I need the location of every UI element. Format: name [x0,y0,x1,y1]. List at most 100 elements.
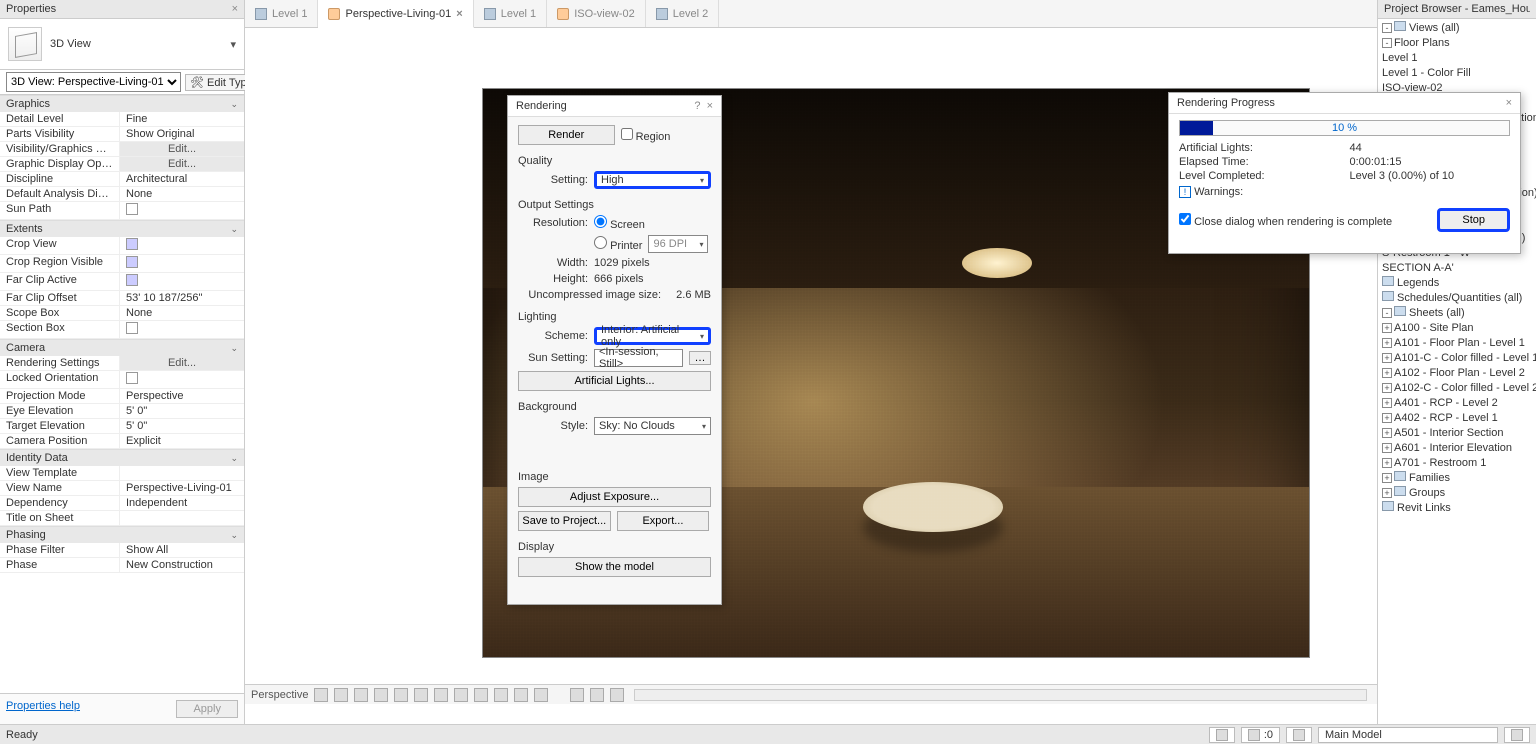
property-row[interactable]: Projection ModePerspective [0,389,244,404]
vcb-icon[interactable] [454,688,468,702]
vcb-icon[interactable] [474,688,488,702]
tree-node[interactable]: +A601 - Interior Elevation [1380,441,1534,456]
artificial-lights-button[interactable]: Artificial Lights... [518,371,711,391]
quality-setting-select[interactable]: High▾ [594,171,711,189]
vcb-icon[interactable] [394,688,408,702]
tree-twisty[interactable]: + [1382,323,1392,333]
close-icon[interactable]: × [456,8,462,20]
status-widget[interactable] [1209,727,1235,743]
workset-select[interactable]: Main Model [1318,727,1498,743]
property-row[interactable]: Eye Elevation5' 0" [0,404,244,419]
property-row[interactable]: Scope BoxNone [0,306,244,321]
tree-node[interactable]: +A100 - Site Plan [1380,321,1534,336]
close-icon[interactable]: × [707,100,713,112]
vcb-scale[interactable]: Perspective [251,689,308,701]
status-widget[interactable] [1286,727,1312,743]
close-icon[interactable]: × [232,3,238,15]
tree-node[interactable]: SECTION A-A' [1380,261,1534,276]
property-row[interactable]: DisciplineArchitectural [0,172,244,187]
property-row[interactable]: Title on Sheet [0,511,244,526]
property-row[interactable]: Phase FilterShow All [0,543,244,558]
vcb-icon[interactable] [590,688,604,702]
tree-twisty[interactable]: + [1382,473,1392,483]
tree-node[interactable]: +A102-C - Color filled - Level 2 [1380,381,1534,396]
tree-node[interactable]: +A102 - Floor Plan - Level 2 [1380,366,1534,381]
tree-node[interactable]: Revit Links [1380,501,1534,516]
property-row[interactable]: Crop Region Visible [0,255,244,273]
region-checkbox[interactable]: Region [621,128,671,143]
property-row[interactable]: Crop View [0,237,244,255]
tree-node[interactable]: Schedules/Quantities (all) [1380,291,1534,306]
property-row[interactable]: Camera PositionExplicit [0,434,244,449]
property-row[interactable]: View Template [0,466,244,481]
tree-twisty[interactable]: + [1382,488,1392,498]
property-row[interactable]: Target Elevation5' 0" [0,419,244,434]
property-row[interactable]: Rendering SettingsEdit... [0,356,244,371]
close-on-complete-checkbox[interactable]: Close dialog when rendering is complete [1179,213,1392,228]
property-row[interactable]: Section Box [0,321,244,339]
status-widget[interactable] [1504,727,1530,743]
tree-node[interactable]: +A701 - Restroom 1 [1380,456,1534,471]
properties-help-link[interactable]: Properties help [6,700,80,718]
vcb-icon[interactable] [534,688,548,702]
tree-node[interactable]: +A501 - Interior Section [1380,426,1534,441]
tree-node[interactable]: +A101 - Floor Plan - Level 1 [1380,336,1534,351]
tree-twisty[interactable]: - [1382,38,1392,48]
property-row[interactable]: Sun Path [0,202,244,220]
document-tab[interactable]: ISO-view-02 [547,0,646,27]
tree-twisty[interactable]: + [1382,338,1392,348]
tree-node[interactable]: -Floor Plans [1380,36,1534,51]
property-row[interactable]: Default Analysis Display ...None [0,187,244,202]
resolution-screen-radio[interactable]: Screen [594,215,645,231]
lighting-scheme-select[interactable]: Interior: Artificial only▾ [594,327,711,345]
group-header[interactable]: Phasing⌄ [0,526,244,543]
vcb-icon[interactable] [610,688,624,702]
sun-setting-select[interactable]: <In-session, Still> [594,349,683,367]
tree-twisty[interactable]: + [1382,368,1392,378]
resolution-printer-radio[interactable]: Printer [594,236,642,252]
view-instance-select[interactable]: 3D View: Perspective-Living-01 [6,72,181,92]
show-model-button[interactable]: Show the model [518,557,711,577]
sun-setting-browse[interactable]: … [689,351,711,365]
document-tab[interactable]: Level 2 [646,0,719,27]
property-row[interactable]: Visibility/Graphics Overr...Edit... [0,142,244,157]
save-to-project-button[interactable]: Save to Project... [518,511,611,531]
apply-button[interactable]: Apply [176,700,238,718]
vcb-icon[interactable] [570,688,584,702]
property-row[interactable]: DependencyIndependent [0,496,244,511]
tree-twisty[interactable]: - [1382,23,1392,33]
tree-node[interactable]: Level 1 - Color Fill [1380,66,1534,81]
property-row[interactable]: Locked Orientation [0,371,244,389]
tree-node[interactable]: Level 1 [1380,51,1534,66]
horizontal-scrollbar[interactable] [634,689,1367,701]
tree-twisty[interactable]: + [1382,353,1392,363]
family-selector[interactable]: 3D View ▾ [0,19,244,69]
property-row[interactable]: View NamePerspective-Living-01 [0,481,244,496]
background-style-select[interactable]: Sky: No Clouds▾ [594,417,711,435]
tree-node[interactable]: +A401 - RCP - Level 2 [1380,396,1534,411]
render-button[interactable]: Render [518,125,615,145]
tree-node[interactable]: +Families [1380,471,1534,486]
tree-twisty[interactable]: + [1382,413,1392,423]
vcb-icon[interactable] [354,688,368,702]
tree-node[interactable]: -Views (all) [1380,21,1534,36]
tree-twisty[interactable]: - [1382,308,1392,318]
property-row[interactable]: Graphic Display OptionsEdit... [0,157,244,172]
vcb-icon[interactable] [374,688,388,702]
help-icon[interactable]: ? [694,100,700,112]
tree-node[interactable]: +A402 - RCP - Level 1 [1380,411,1534,426]
group-header[interactable]: Graphics⌄ [0,95,244,112]
vcb-icon[interactable] [334,688,348,702]
tree-node[interactable]: Legends [1380,276,1534,291]
group-header[interactable]: Extents⌄ [0,220,244,237]
close-icon[interactable]: × [1506,97,1512,109]
vcb-icon[interactable] [494,688,508,702]
tree-twisty[interactable]: + [1382,458,1392,468]
tree-node[interactable]: -Sheets (all) [1380,306,1534,321]
property-row[interactable]: Detail LevelFine [0,112,244,127]
tree-twisty[interactable]: + [1382,428,1392,438]
property-row[interactable]: Far Clip Active [0,273,244,291]
group-header[interactable]: Identity Data⌄ [0,449,244,466]
tree-node[interactable]: +Groups [1380,486,1534,501]
property-row[interactable]: Parts VisibilityShow Original [0,127,244,142]
